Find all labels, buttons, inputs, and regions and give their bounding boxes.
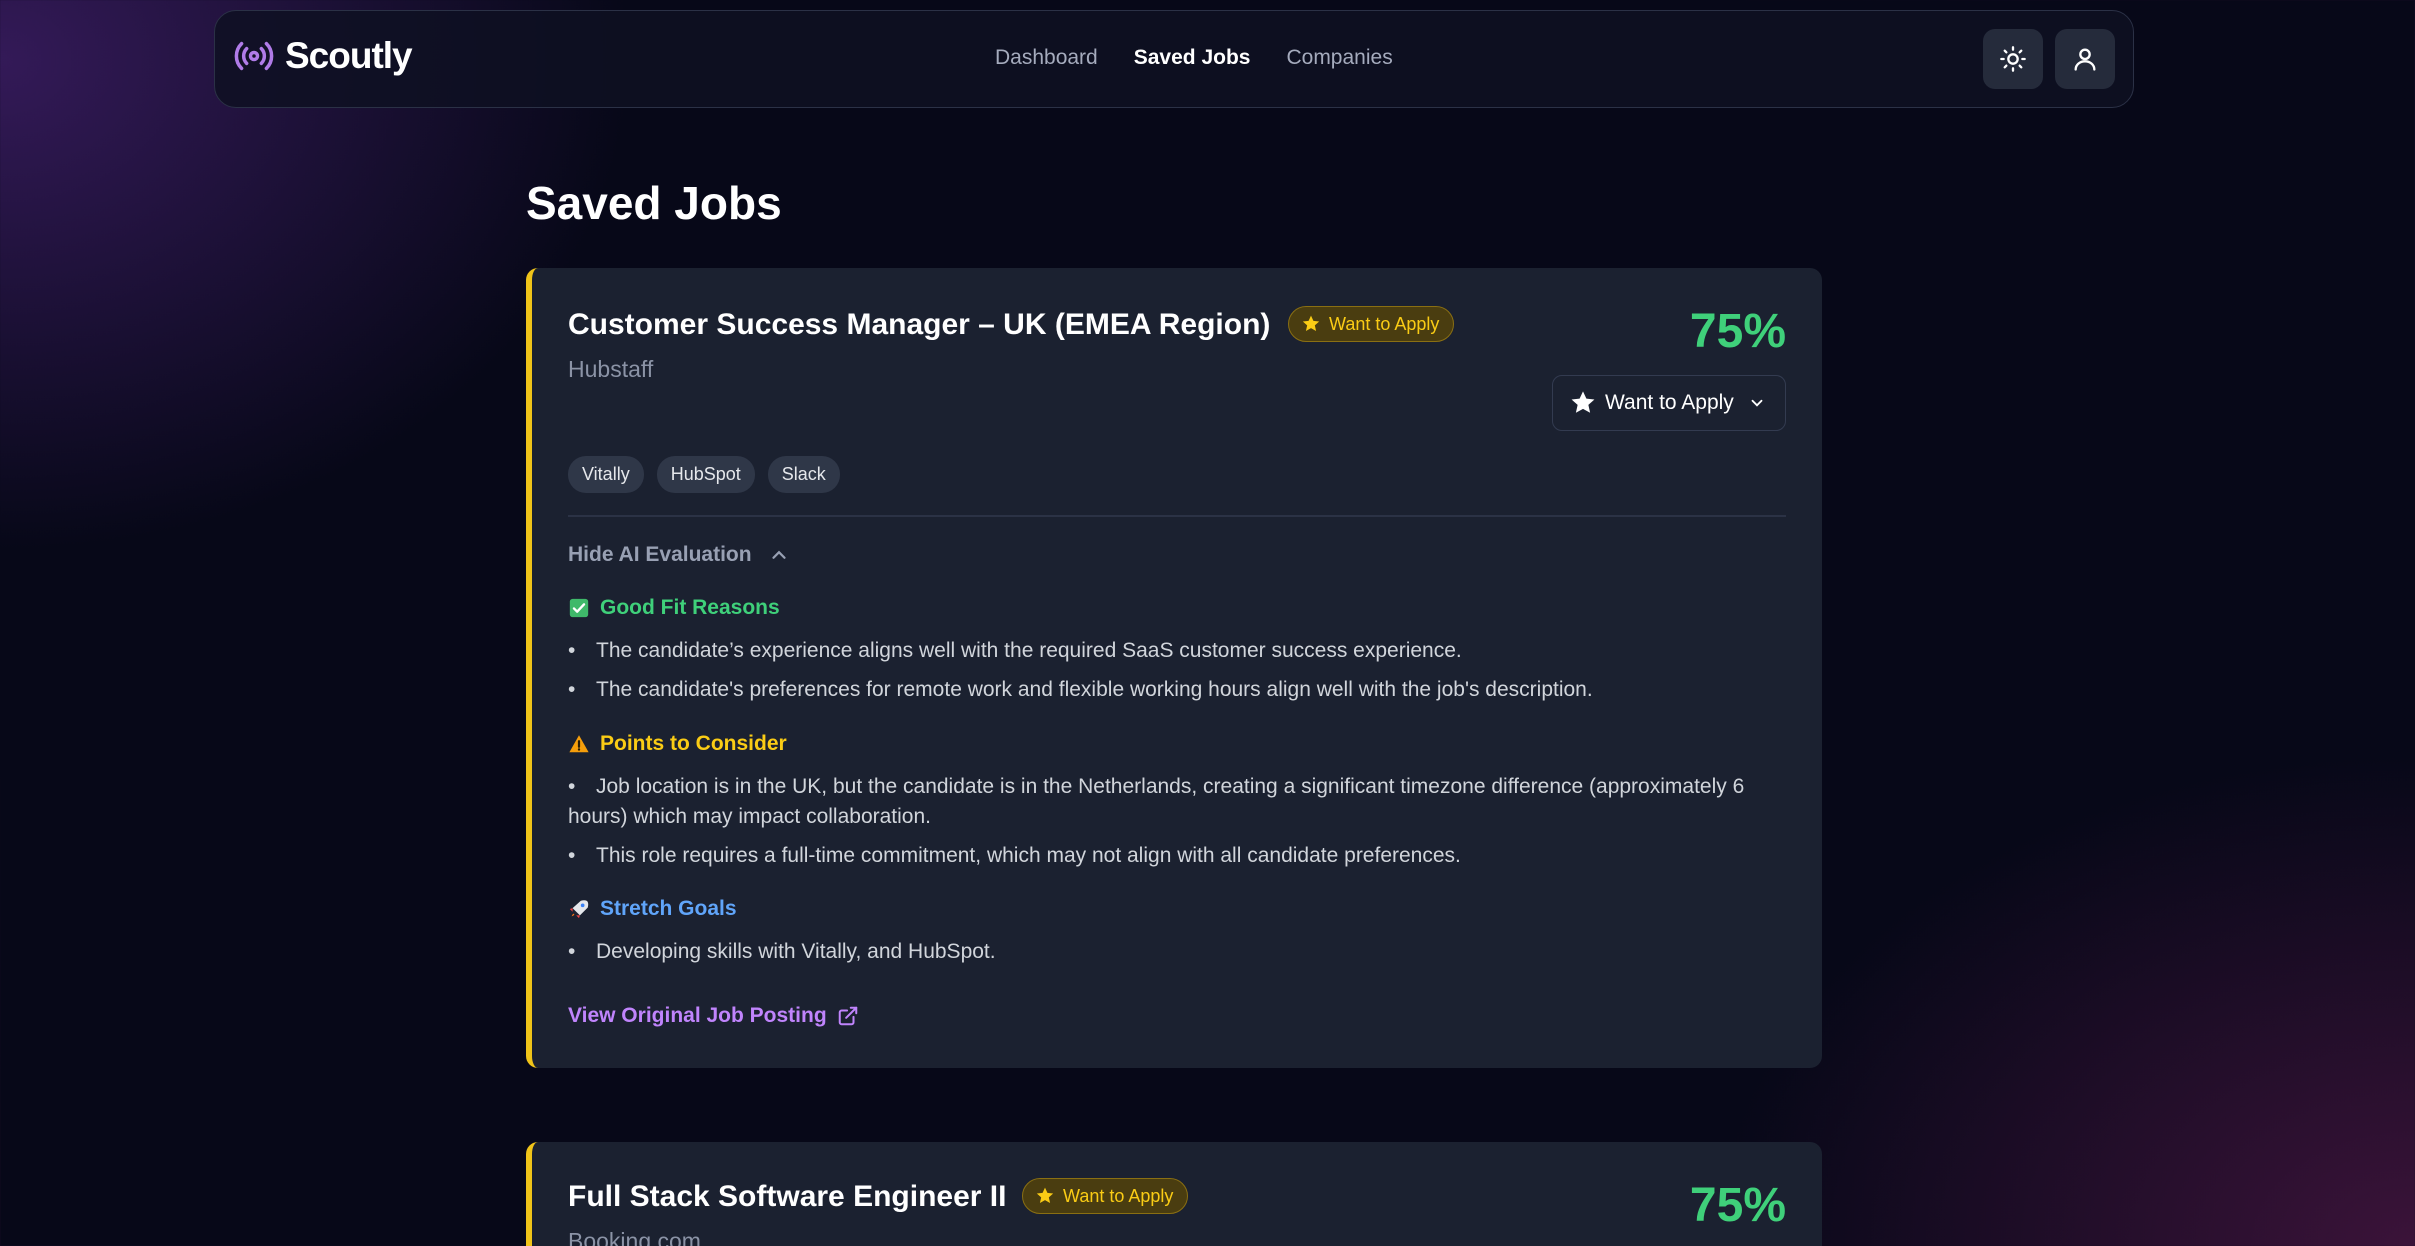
- theme-toggle-button[interactable]: [1983, 29, 2043, 89]
- skill-tag: HubSpot: [656, 456, 755, 493]
- nav-saved-jobs[interactable]: Saved Jobs: [1134, 46, 1251, 70]
- job-card[interactable]: Full Stack Software Engineer II Want to …: [526, 1142, 1822, 1246]
- page-title: Saved Jobs: [526, 177, 782, 229]
- list-item: This role requires a full-time commitmen…: [568, 841, 1758, 871]
- star-icon: [1302, 315, 1320, 331]
- company-name: Booking.com: [568, 1228, 701, 1246]
- status-badge: Want to Apply: [1288, 306, 1455, 342]
- status-dropdown-value: Want to Apply: [1605, 391, 1734, 414]
- status-dropdown[interactable]: Want to Apply: [1552, 375, 1786, 431]
- job-card[interactable]: Customer Success Manager – UK (EMEA Regi…: [526, 268, 1822, 1068]
- status-badge: Want to Apply: [1022, 1178, 1189, 1214]
- nav-links: Dashboard Saved Jobs Companies: [995, 46, 1393, 70]
- ai-evaluation-toggle[interactable]: Hide AI Evaluation: [568, 543, 790, 567]
- view-original-posting-label: View Original Job Posting: [568, 1004, 827, 1027]
- star-icon: [1036, 1187, 1054, 1203]
- good-fit-heading-label: Good Fit Reasons: [600, 596, 780, 619]
- status-badge-label: Want to Apply: [1329, 313, 1440, 334]
- rocket-icon: [568, 898, 590, 920]
- star-icon: [1571, 391, 1595, 413]
- match-score: 75%: [1689, 305, 1786, 358]
- broadcast-icon: [234, 41, 274, 71]
- consider-heading: Points to Consider: [568, 732, 787, 756]
- brand[interactable]: Scoutly: [233, 35, 413, 77]
- list-item: Job location is in the UK, but the candi…: [568, 772, 1758, 832]
- check-icon: [568, 597, 590, 619]
- chevron-down-icon: [1751, 399, 1763, 407]
- consider-list: Job location is in the UK, but the candi…: [568, 772, 1758, 880]
- stretch-heading-label: Stretch Goals: [600, 897, 737, 920]
- nav-dashboard[interactable]: Dashboard: [995, 46, 1098, 70]
- job-title[interactable]: Full Stack Software Engineer II: [568, 1180, 1006, 1214]
- divider: [568, 515, 1786, 517]
- ai-evaluation-toggle-label: Hide AI Evaluation: [568, 543, 752, 566]
- chevron-up-icon: [771, 550, 786, 559]
- list-item: The candidate’s experience aligns well w…: [568, 636, 1758, 666]
- skill-tag: Vitally: [568, 456, 644, 493]
- external-link-icon: [838, 1006, 857, 1026]
- good-fit-list: The candidate’s experience aligns well w…: [568, 636, 1758, 714]
- match-score: 75%: [1689, 1179, 1786, 1232]
- good-fit-heading: Good Fit Reasons: [568, 596, 780, 620]
- list-item: The candidate's preferences for remote w…: [568, 675, 1758, 705]
- job-title[interactable]: Customer Success Manager – UK (EMEA Regi…: [568, 308, 1270, 342]
- sun-icon: [2000, 46, 2026, 72]
- user-icon: [2074, 48, 2096, 71]
- stretch-list: Developing skills with Vitally, and HubS…: [568, 937, 1758, 976]
- skill-tags: Vitally HubSpot Slack: [568, 456, 840, 493]
- view-original-posting-link[interactable]: View Original Job Posting: [568, 1004, 859, 1028]
- company-name: Hubstaff: [568, 356, 654, 382]
- list-item: Developing skills with Vitally, and HubS…: [568, 937, 1758, 967]
- top-navbar: Scoutly Dashboard Saved Jobs Companies: [214, 10, 2134, 108]
- nav-companies[interactable]: Companies: [1286, 46, 1392, 70]
- skill-tag: Slack: [767, 456, 840, 493]
- consider-heading-label: Points to Consider: [600, 732, 787, 755]
- brand-name: Scoutly: [285, 35, 413, 76]
- profile-button[interactable]: [2055, 29, 2115, 89]
- status-badge-label: Want to Apply: [1063, 1185, 1174, 1206]
- stretch-heading: Stretch Goals: [568, 897, 737, 921]
- warning-icon: [568, 733, 590, 755]
